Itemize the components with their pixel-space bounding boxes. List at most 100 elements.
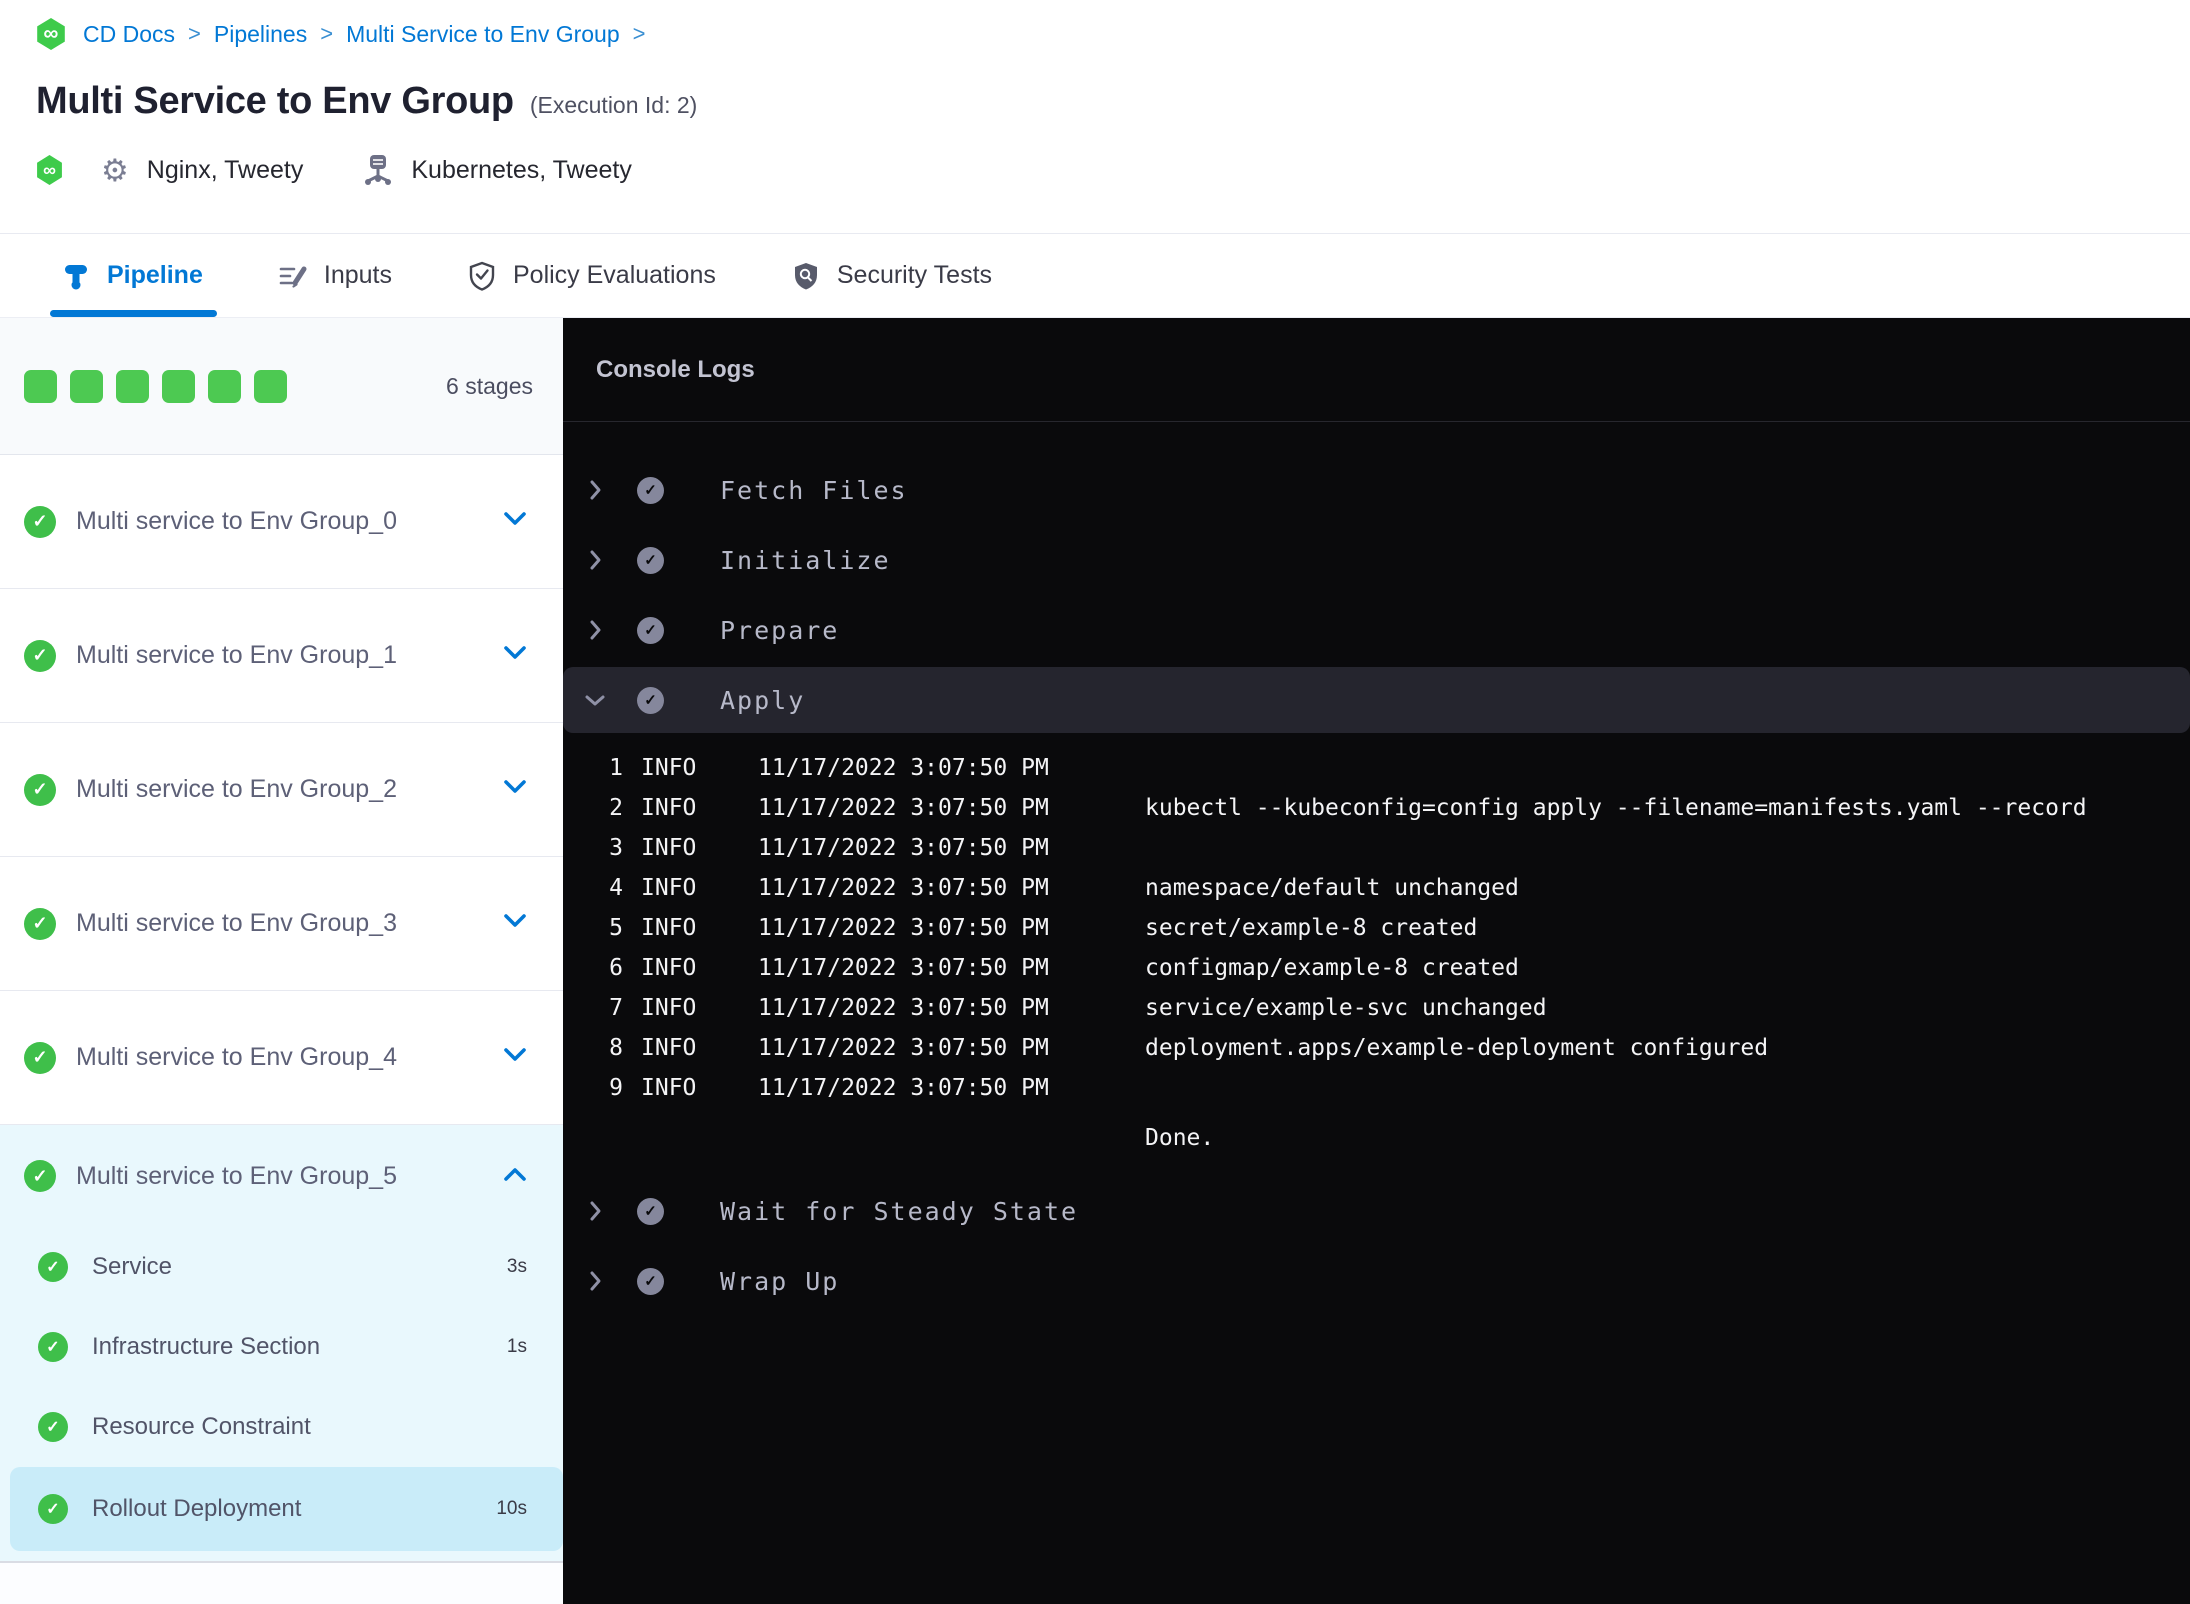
- console-step-label: Prepare: [720, 615, 840, 645]
- tab-inputs[interactable]: Inputs: [279, 234, 392, 317]
- step-row-infrastructure-section[interactable]: ✓ Infrastructure Section 1s: [0, 1307, 563, 1387]
- stage-square-success: [24, 369, 57, 403]
- pipeline-icon: [62, 262, 90, 290]
- success-check-icon: ✓: [38, 1252, 68, 1282]
- log-timestamp: 11/17/2022 3:07:50 PM: [758, 795, 1049, 821]
- tab-policy-evaluations-label: Policy Evaluations: [512, 261, 716, 289]
- chevron-down-icon[interactable]: [583, 694, 607, 707]
- stage-status-squares: [24, 369, 287, 403]
- harness-logo-icon: ∞: [37, 18, 65, 50]
- tab-pipeline[interactable]: Pipeline: [50, 234, 217, 317]
- stage-row-4[interactable]: ✓ Multi service to Env Group_4: [0, 991, 563, 1125]
- step-row-service[interactable]: ✓ Service 3s: [0, 1227, 563, 1307]
- stage-row-2[interactable]: ✓ Multi service to Env Group_2: [0, 723, 563, 857]
- stage-row-1[interactable]: ✓ Multi service to Env Group_1: [0, 589, 563, 723]
- log-message: service/example-svc unchanged: [1145, 995, 1547, 1021]
- log-timestamp: 11/17/2022 3:07:50 PM: [758, 915, 1049, 941]
- step-duration: 1s: [506, 1336, 527, 1357]
- log-line-number: 2: [609, 795, 623, 821]
- step-duration: 3s: [506, 1256, 527, 1277]
- tab-pipeline-label: Pipeline: [107, 261, 203, 289]
- step-row-rollout-deployment[interactable]: ✓ Rollout Deployment 10s: [10, 1467, 563, 1551]
- stage-row-5[interactable]: ✓ Multi service to Env Group_5: [0, 1125, 563, 1227]
- chevron-down-icon[interactable]: [503, 913, 527, 934]
- tab-bar: Pipeline Inputs Policy Evaluations Secur…: [0, 233, 2190, 318]
- console-step-initialize[interactable]: ✓ Initialize: [563, 525, 2190, 595]
- stage-section-5: ✓ Multi service to Env Group_5 ✓ Service…: [0, 1125, 563, 1561]
- console-logs-title: Console Logs: [596, 355, 755, 383]
- chevron-right-icon[interactable]: [583, 619, 607, 641]
- services-row: ∞ ⚙ Nginx, Tweety Kubernetes, Tweety: [36, 153, 2190, 187]
- stage-label: Multi service to Env Group_3: [76, 909, 397, 937]
- log-line-number: 7: [609, 995, 623, 1021]
- chevron-down-icon[interactable]: [503, 645, 527, 666]
- active-tab-underline: [50, 310, 217, 317]
- console-step-label: Wait for Steady State: [720, 1196, 1079, 1226]
- chevron-down-icon[interactable]: [503, 511, 527, 532]
- console-step-prepare[interactable]: ✓ Prepare: [563, 595, 2190, 665]
- console-step-label: Initialize: [720, 545, 891, 575]
- success-check-icon: ✓: [38, 1494, 68, 1524]
- step-label: Rollout Deployment: [92, 1495, 302, 1522]
- console-step-wrap-up[interactable]: ✓ Wrap Up: [563, 1246, 2190, 1316]
- step-row-resource-constraint[interactable]: ✓ Resource Constraint: [0, 1387, 563, 1467]
- stage-row-0[interactable]: ✓ Multi service to Env Group_0: [0, 455, 563, 589]
- execution-id-label: (Execution Id: 2): [529, 92, 698, 118]
- log-line-number: 1: [609, 755, 623, 781]
- log-level: INFO: [641, 875, 697, 901]
- log-timestamp: 11/17/2022 3:07:50 PM: [758, 875, 1049, 901]
- apply-log-output: 1 INFO 11/17/2022 3:07:50 PM 2 INFO 11/1…: [563, 735, 2190, 1176]
- chevron-down-icon[interactable]: [503, 779, 527, 800]
- environments-icon: [363, 153, 393, 187]
- log-line-number: 9: [609, 1075, 623, 1101]
- chevron-up-icon[interactable]: [503, 1166, 527, 1187]
- console-steps: ✓ Fetch Files ✓ Initialize ✓ Prepare ✓ A…: [563, 455, 2190, 1316]
- chevron-right-icon[interactable]: [583, 549, 607, 571]
- tab-security-tests[interactable]: Security Tests: [792, 234, 992, 317]
- log-line-number: 3: [609, 835, 623, 861]
- step-success-icon: ✓: [637, 1267, 664, 1295]
- breadcrumb-link-pipeline-name[interactable]: Multi Service to Env Group: [346, 21, 620, 48]
- log-message: configmap/example-8 created: [1145, 955, 1519, 981]
- stages-count-label: 6 stages: [446, 372, 533, 399]
- stage-square-success: [162, 369, 195, 403]
- stage-row-3[interactable]: ✓ Multi service to Env Group_3: [0, 857, 563, 991]
- policy-shield-icon: [468, 261, 496, 291]
- stage-square-success: [70, 369, 103, 403]
- success-check-icon: ✓: [24, 639, 56, 672]
- environments-label: Kubernetes, Tweety: [411, 155, 632, 184]
- console-step-fetch-files[interactable]: ✓ Fetch Files: [563, 455, 2190, 525]
- breadcrumb-separator-icon: >: [632, 21, 646, 46]
- log-line: 5 INFO 11/17/2022 3:07:50 PM secret/exam…: [563, 908, 2190, 948]
- step-label: Resource Constraint: [92, 1413, 311, 1440]
- tab-security-tests-label: Security Tests: [836, 261, 993, 289]
- chevron-down-icon[interactable]: [503, 1047, 527, 1068]
- breadcrumb: ∞ CD Docs > Pipelines > Multi Service to…: [36, 18, 2190, 50]
- log-line: 2 INFO 11/17/2022 3:07:50 PM kubectl --k…: [563, 788, 2190, 828]
- log-line-done: Done.: [563, 1118, 2190, 1158]
- chevron-right-icon[interactable]: [583, 1200, 607, 1222]
- success-check-icon: ✓: [24, 1160, 56, 1192]
- log-message: namespace/default unchanged: [1145, 875, 1519, 901]
- console-step-label: Wrap Up: [720, 1266, 840, 1296]
- step-success-icon: ✓: [637, 1197, 664, 1225]
- log-timestamp: 11/17/2022 3:07:50 PM: [758, 755, 1049, 781]
- success-check-icon: ✓: [24, 1041, 56, 1074]
- breadcrumb-link-pipelines[interactable]: Pipelines: [214, 21, 307, 48]
- console-step-label: Fetch Files: [720, 475, 908, 505]
- services-gear-icon: ⚙: [101, 152, 129, 188]
- console-step-apply[interactable]: ✓ Apply: [563, 667, 2190, 733]
- services-label: Nginx, Tweety: [146, 155, 304, 184]
- tab-policy-evaluations[interactable]: Policy Evaluations: [468, 234, 716, 317]
- sidebar-bottom-filler: [0, 1561, 563, 1604]
- chevron-right-icon[interactable]: [583, 479, 607, 501]
- stage-label: Multi service to Env Group_4: [76, 1043, 397, 1071]
- chevron-right-icon[interactable]: [583, 1270, 607, 1292]
- stage-label: Multi service to Env Group_0: [76, 507, 397, 535]
- log-line: 7 INFO 11/17/2022 3:07:50 PM service/exa…: [563, 988, 2190, 1028]
- main-content: 6 stages ✓ Multi service to Env Group_0 …: [0, 318, 2190, 1604]
- breadcrumb-link-cd-docs[interactable]: CD Docs: [83, 21, 175, 48]
- console-step-wait-for-steady-state[interactable]: ✓ Wait for Steady State: [563, 1176, 2190, 1246]
- title-row: Multi Service to Env Group (Execution Id…: [36, 80, 2190, 123]
- page-title: Multi Service to Env Group: [36, 80, 514, 122]
